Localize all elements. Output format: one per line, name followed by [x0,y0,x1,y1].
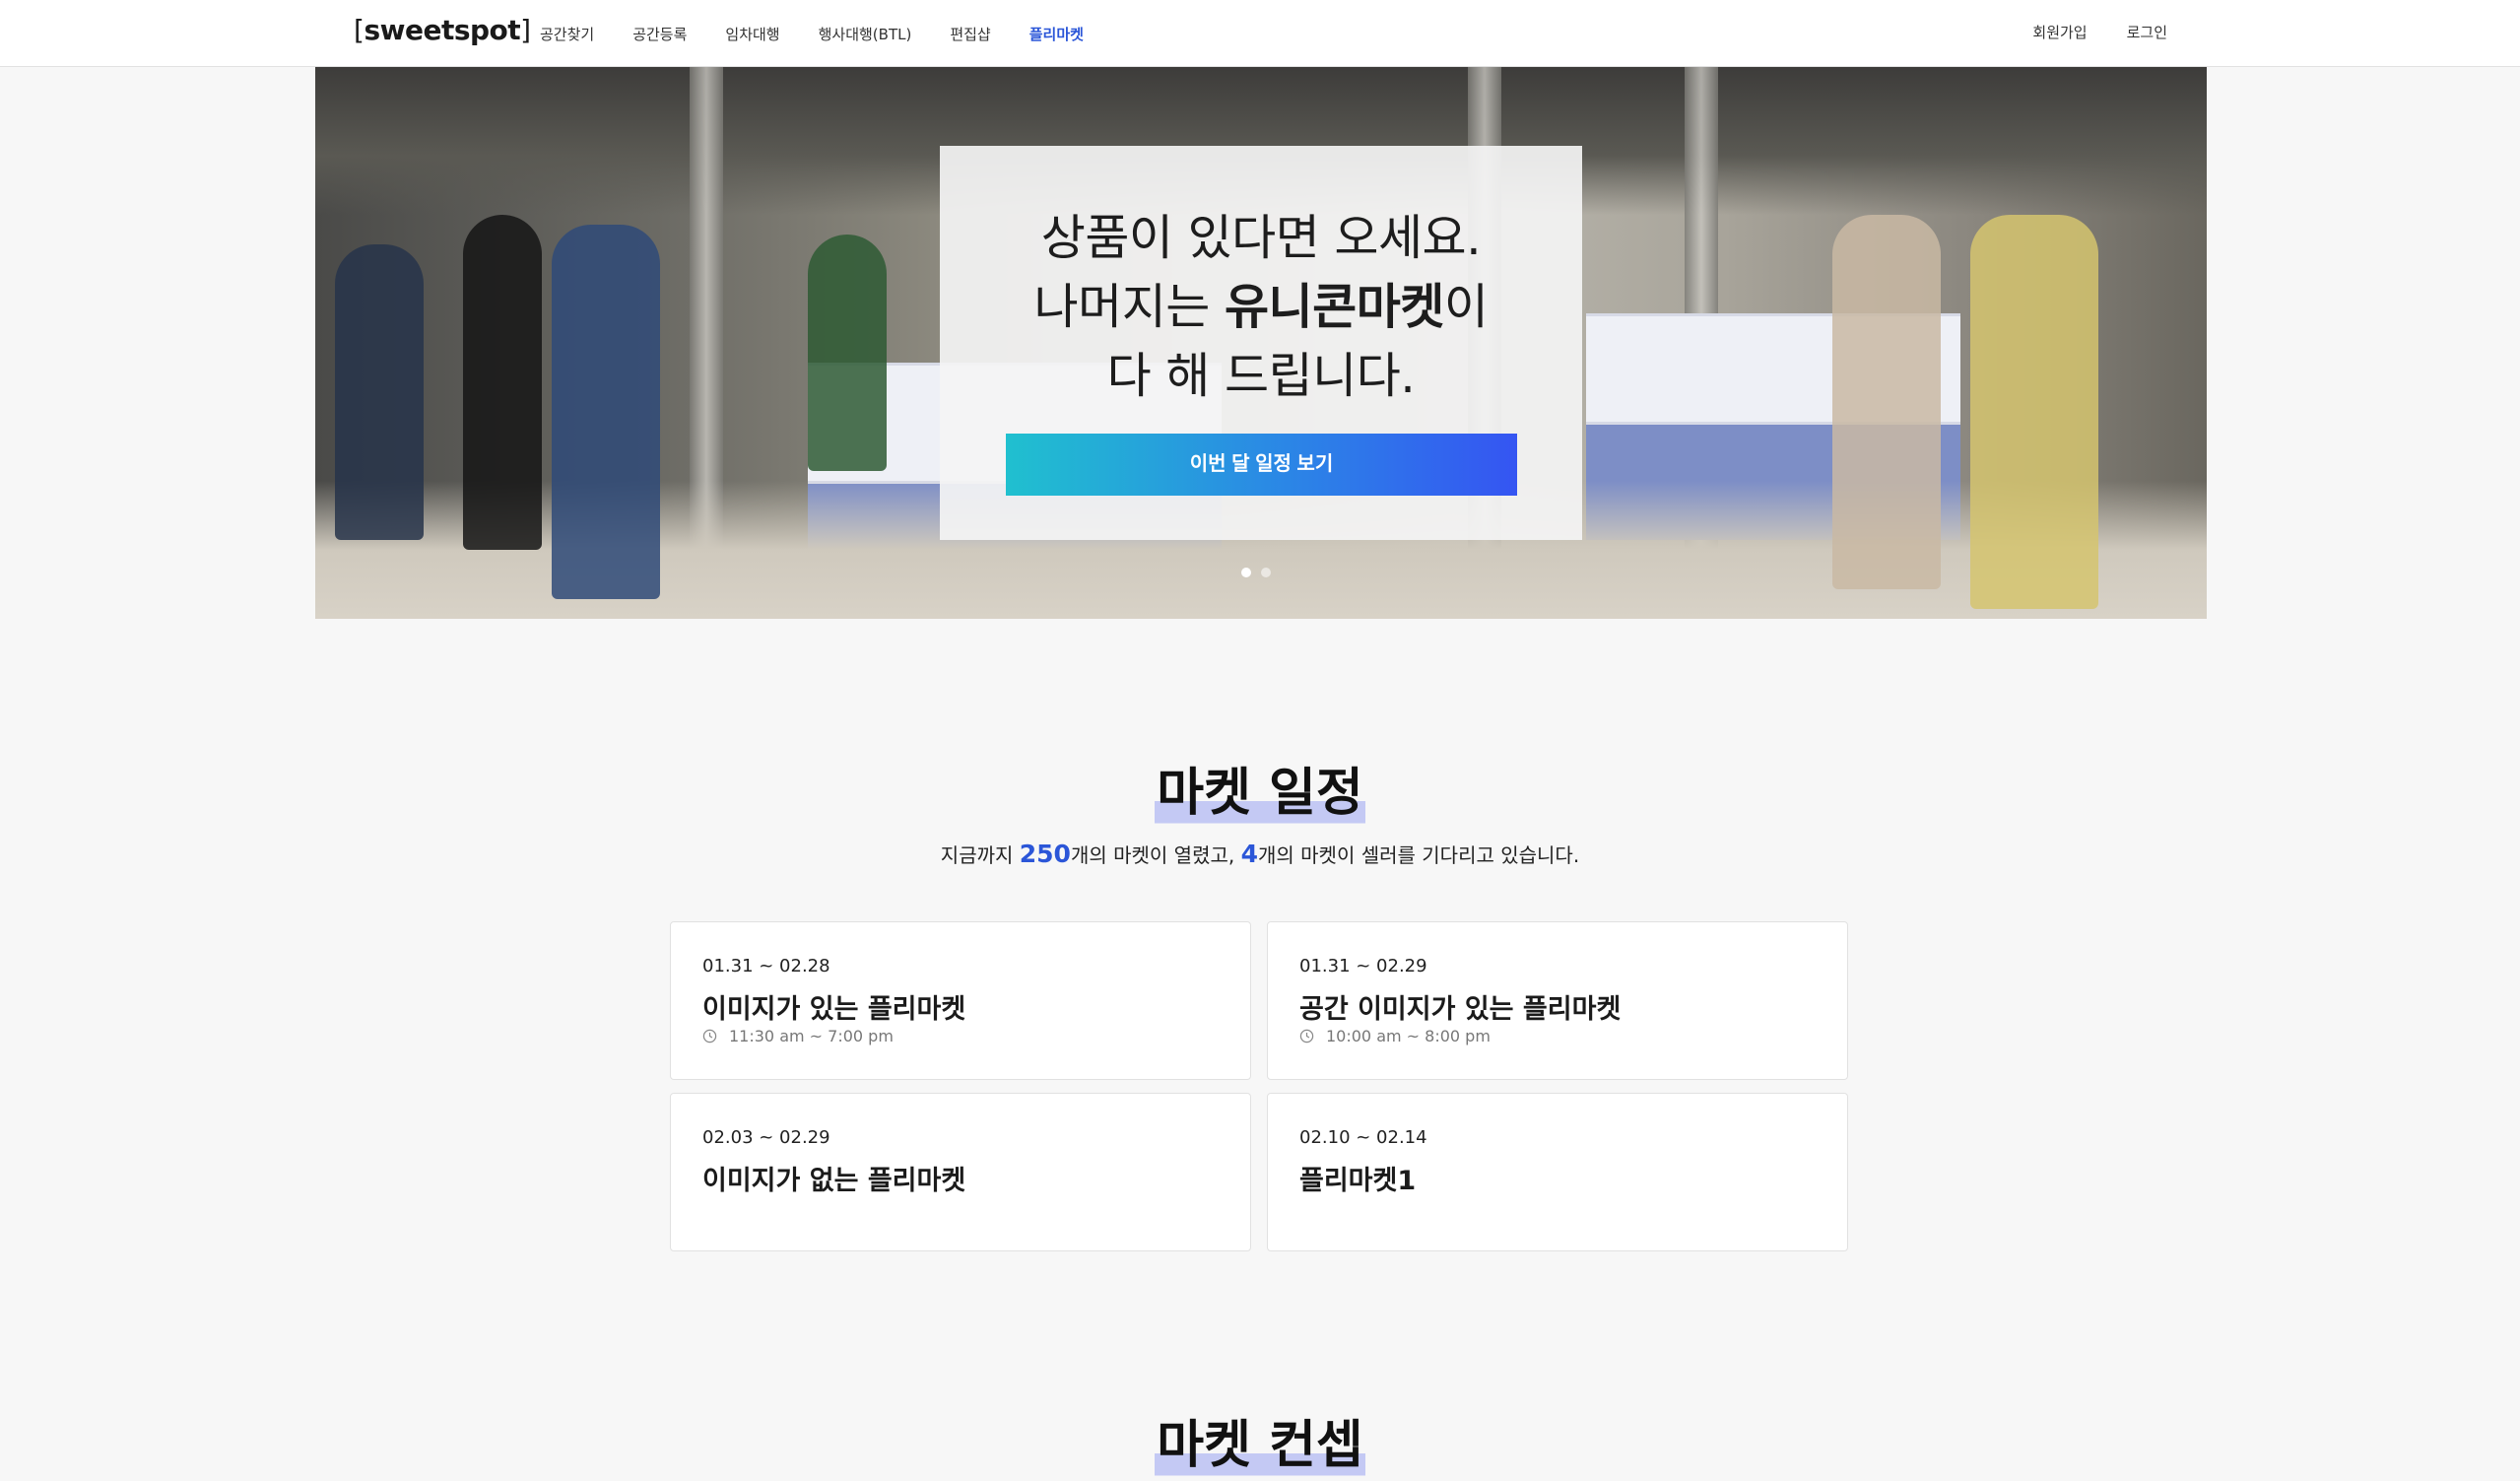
hero-banner: 상품이 있다면 오세요. 나머지는 유니콘마켓이 다 해 드립니다. 이번 달 … [315,67,2207,619]
view-this-month-schedule-button[interactable]: 이번 달 일정 보기 [1006,434,1517,496]
hero-photo-person [552,225,660,599]
nav-event-agency[interactable]: 행사대행(BTL) [819,22,912,47]
market-card-date: 02.03 ~ 02.29 [702,1127,830,1148]
login-link[interactable]: 로그인 [2127,20,2167,45]
market-card-title: 플리마켓1 [1299,1166,1417,1196]
market-card-time: 11:30 am ~ 7:00 pm [702,1027,894,1045]
market-card-title: 이미지가 없는 플리마켓 [702,1166,966,1196]
market-card[interactable]: 01.31 ~ 02.28 이미지가 있는 플리마켓 11:30 am ~ 7:… [670,921,1251,1080]
nav-flea-market[interactable]: 플리마켓 [1029,22,1084,47]
market-card[interactable]: 02.03 ~ 02.29 이미지가 없는 플리마켓 [670,1093,1251,1251]
hero-brand-name: 유니콘마켓 [1224,279,1444,335]
carousel-dot-1[interactable] [1241,568,1251,577]
hero-message-box: 상품이 있다면 오세요. 나머지는 유니콘마켓이 다 해 드립니다. 이번 달 … [940,146,1582,540]
market-card-date: 01.31 ~ 02.28 [702,956,830,976]
markets-opened-count: 250 [1019,840,1071,868]
market-card-date: 01.31 ~ 02.29 [1299,956,1427,976]
market-card[interactable]: 02.10 ~ 02.14 플리마켓1 [1267,1093,1848,1251]
signup-link[interactable]: 회원가입 [2032,20,2087,45]
main-nav: 공간찾기 공간등록 임차대행 행사대행(BTL) 편집샵 플리마켓 [540,22,1122,47]
hero-photo-person [1832,215,1941,589]
hero-headline-line2: 나머지는 유니콘마켓이 [1033,279,1489,335]
market-card-title: 공간 이미지가 있는 플리마켓 [1299,994,1622,1025]
concept-section-title: 마켓 컨셉 [0,1413,2520,1478]
top-header: [sweetspot] 공간찾기 공간등록 임차대행 행사대행(BTL) 편집샵… [0,0,2520,67]
nav-select-shop[interactable]: 편집샵 [950,22,990,47]
hero-photo-person [335,244,424,540]
hero-photo-person [808,235,887,471]
nav-register-space[interactable]: 공간등록 [632,22,687,47]
market-card-date: 02.10 ~ 02.14 [1299,1127,1427,1148]
schedule-summary: 지금까지 250개의 마켓이 열렸고, 4개의 마켓이 셀러를 기다리고 있습니… [940,840,1580,868]
carousel-dot-2[interactable] [1261,568,1271,577]
nav-lease-agency[interactable]: 임차대행 [725,22,779,47]
auth-links: 회원가입 로그인 [1993,20,2167,45]
market-card-title: 이미지가 있는 플리마켓 [702,994,966,1025]
sweetspot-logo[interactable]: [sweetspot] [354,14,531,49]
hero-photo-person [463,215,542,550]
hero-headline-line3: 다 해 드립니다. [1106,348,1416,404]
schedule-section-title: 마켓 일정 [0,761,2520,826]
clock-icon [702,1029,717,1043]
market-card[interactable]: 01.31 ~ 02.29 공간 이미지가 있는 플리마켓 10:00 am ~… [1267,921,1848,1080]
clock-icon [1299,1029,1314,1043]
markets-waiting-count: 4 [1240,840,1258,868]
hero-photo-person [1970,215,2098,609]
carousel-indicators [1241,568,1281,577]
hero-headline-line1: 상품이 있다면 오세요. [1040,210,1482,266]
nav-find-space[interactable]: 공간찾기 [540,22,594,47]
market-card-time: 10:00 am ~ 8:00 pm [1299,1027,1491,1045]
